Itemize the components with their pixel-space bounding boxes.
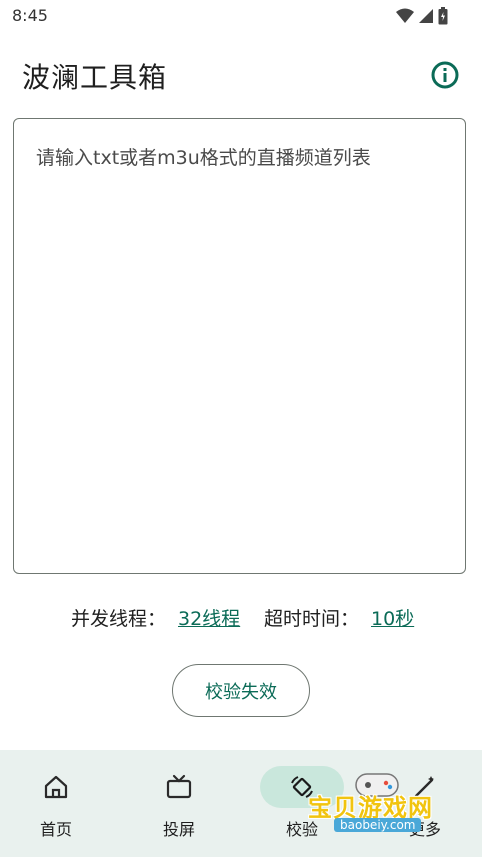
- bottom-nav: 首页 投屏 校验 更多: [0, 750, 482, 857]
- battery-icon: [438, 7, 448, 25]
- signal-icon: [419, 9, 433, 23]
- nav-item-more[interactable]: 更多: [365, 750, 482, 857]
- nav-item-check[interactable]: 校验: [242, 750, 362, 857]
- wifi-icon: [396, 8, 414, 23]
- nav-item-home[interactable]: 首页: [0, 750, 116, 857]
- channel-list-input[interactable]: [14, 119, 465, 573]
- settings-row: 并发线程： 32线程 超时时间： 10秒: [0, 604, 482, 632]
- nav-label-more: 更多: [408, 820, 441, 839]
- tv-icon: [166, 774, 192, 799]
- check-invalid-button[interactable]: 校验失效: [172, 664, 310, 717]
- channel-list-field[interactable]: [13, 118, 466, 574]
- app-title: 波澜工具箱: [22, 61, 168, 94]
- nav-label-check: 校验: [285, 820, 318, 839]
- info-icon: [431, 61, 459, 89]
- nav-label-cast: 投屏: [162, 820, 195, 839]
- nav-item-cast[interactable]: 投屏: [119, 750, 239, 857]
- app-bar: 波澜工具箱: [0, 48, 482, 104]
- threads-label: 并发线程：: [71, 608, 167, 630]
- info-button[interactable]: [430, 60, 460, 90]
- status-icons: [396, 7, 448, 25]
- timeout-value-link[interactable]: 10秒: [371, 604, 414, 631]
- home-icon: [44, 775, 68, 799]
- status-time: 8:45: [12, 6, 48, 25]
- magic-wand-icon: [414, 776, 434, 798]
- status-bar: 8:45: [0, 0, 482, 32]
- timeout-label: 超时时间：: [264, 608, 360, 630]
- threads-value-link[interactable]: 32线程: [178, 604, 240, 631]
- rotate-icon: [291, 776, 313, 798]
- nav-label-home: 首页: [39, 820, 72, 839]
